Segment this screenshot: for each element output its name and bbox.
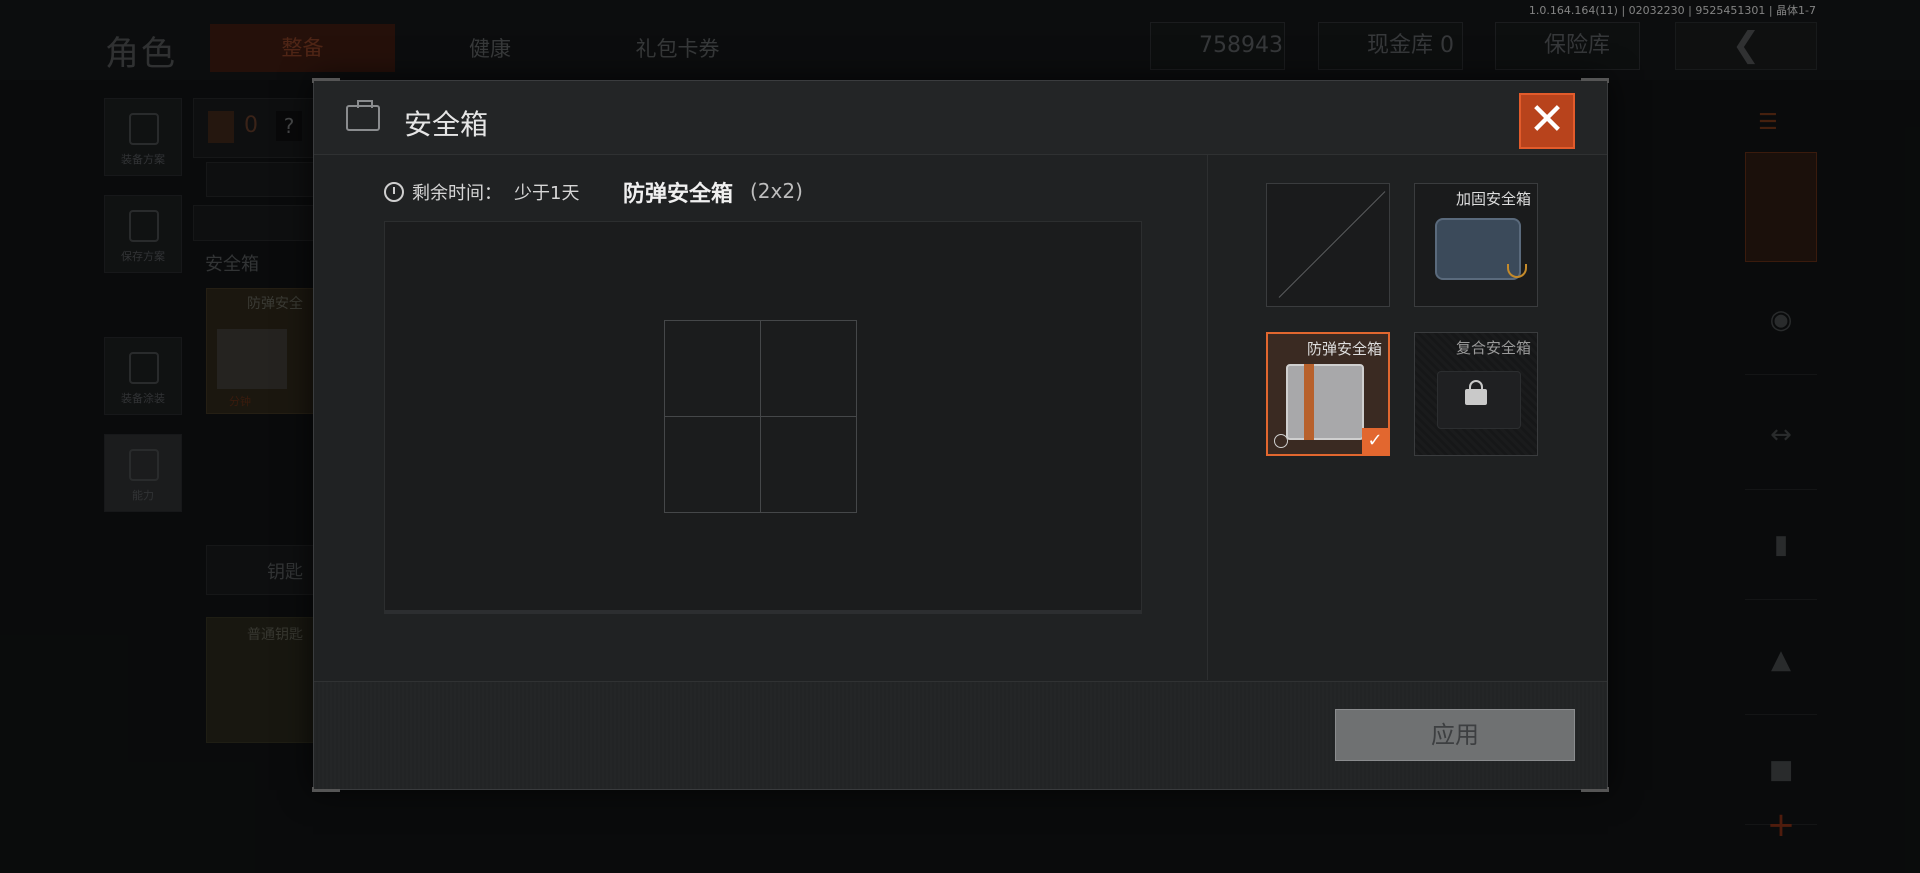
case-slot-label: 复合安全箱	[1455, 339, 1531, 357]
storage-cell[interactable]	[760, 416, 857, 513]
current-case-name: 防弹安全箱	[623, 182, 734, 207]
close-button[interactable]: ✕	[1519, 93, 1575, 149]
case-slot-composite[interactable]: 复合安全箱	[1414, 332, 1538, 456]
case-slot-label: 防弹安全箱	[1306, 340, 1382, 358]
apply-button[interactable]: 应用	[1335, 709, 1575, 761]
dialog-title: 安全箱	[404, 108, 489, 141]
dialog-header: 安全箱 ✕	[314, 81, 1607, 155]
current-case-size: (2x2)	[750, 179, 803, 203]
storage-cell[interactable]	[760, 320, 857, 417]
storage-cell[interactable]	[664, 416, 761, 513]
safebox-storage-area	[384, 221, 1142, 614]
lock-icon	[1465, 380, 1487, 405]
clock-icon	[384, 182, 404, 202]
close-icon: ✕	[1528, 94, 1566, 145]
remaining-time-label: 剩余时间：	[412, 183, 502, 204]
storage-cell[interactable]	[664, 320, 761, 417]
case-slot-label: 加固安全箱	[1455, 190, 1531, 208]
case-strap	[1304, 364, 1314, 440]
case-slot-reinforced[interactable]: 加固安全箱	[1414, 183, 1538, 307]
case-strap	[1507, 264, 1527, 278]
clock-icon	[1274, 434, 1288, 448]
briefcase-icon	[346, 100, 380, 131]
check-icon: ✓	[1362, 428, 1388, 454]
case-slot-bulletproof[interactable]: 防弹安全箱 ✓	[1266, 332, 1390, 456]
game-screen: 1.0.164.164(11) | 02032230 | 9525451301 …	[0, 0, 1920, 873]
bulletproof-case-image	[1286, 364, 1364, 440]
safebox-dialog: 安全箱 ✕ 剩余时间： 少于1天 防弹安全箱 (2x2) 加固安全箱 防弹安全箱	[312, 78, 1609, 792]
remaining-time-value: 少于1天	[514, 183, 580, 204]
empty-slash-icon	[1278, 191, 1386, 298]
case-slot-empty[interactable]	[1266, 183, 1390, 307]
